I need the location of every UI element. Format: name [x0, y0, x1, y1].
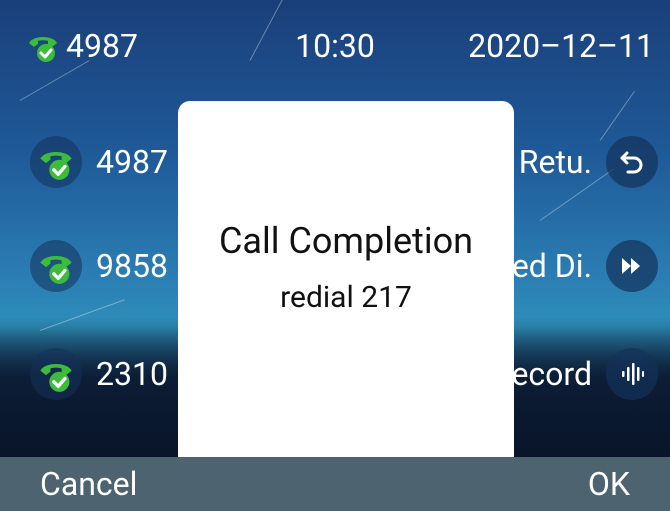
background-streak	[599, 91, 635, 141]
phone-screen: 4987 10:30 2020–12–11 4987 9858 2310 Ret…	[0, 0, 670, 511]
call-list-item[interactable]: 2310	[30, 348, 168, 400]
status-bar: 4987 10:30 2020–12–11	[0, 0, 670, 90]
softkey-bar: Cancel OK	[0, 457, 670, 511]
cancel-button[interactable]: Cancel	[0, 457, 177, 511]
call-number: 9858	[96, 247, 168, 285]
action-label: ed Di.	[511, 247, 592, 285]
return-action[interactable]: Retu.	[519, 136, 658, 188]
dialog-message: redial 217	[280, 280, 412, 315]
call-list-item[interactable]: 4987	[30, 136, 168, 188]
phone-check-icon	[30, 240, 82, 292]
speed-dial-action[interactable]: ed Di.	[512, 240, 658, 292]
record-action[interactable]: ecord	[511, 348, 658, 400]
date-text: 2020–12–11	[468, 27, 654, 65]
fast-forward-icon[interactable]	[606, 240, 658, 292]
return-arrow-icon[interactable]	[606, 136, 658, 188]
phone-check-icon	[30, 136, 82, 188]
ok-button[interactable]: OK	[548, 457, 670, 511]
phone-check-icon	[30, 348, 82, 400]
action-label: Retu.	[518, 143, 592, 181]
dialog-title: Call Completion	[219, 220, 473, 262]
call-number: 2310	[96, 355, 168, 393]
call-list-item[interactable]: 9858	[30, 240, 168, 292]
call-completion-dialog: Call Completion redial 217	[178, 101, 514, 461]
call-number: 4987	[96, 143, 168, 181]
action-label: ecord	[511, 355, 592, 393]
voice-waveform-icon[interactable]	[606, 348, 658, 400]
background-streak	[39, 299, 125, 331]
